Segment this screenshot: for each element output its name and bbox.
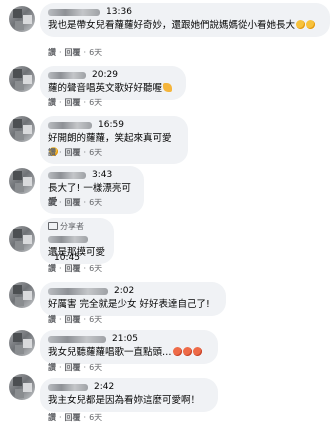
comment-text: 蘿的聲音唱英文歌好好聽喔	[48, 82, 178, 96]
reply-link[interactable]: 回覆	[65, 314, 81, 326]
comment-time: 3:43	[92, 170, 113, 180]
heart-face-emoji-icon	[192, 347, 202, 356]
comment-time: 2:02	[114, 286, 135, 296]
comment-text-content: 蘿的聲音唱英文歌好好聽喔	[48, 83, 163, 94]
comment-text: 我主女兒都是因為看妳這麼可愛啊！	[48, 394, 210, 408]
separator-dot: ·	[83, 148, 87, 157]
comment-age[interactable]: 6天	[89, 362, 102, 374]
like-link[interactable]: 讚	[48, 47, 56, 59]
like-link[interactable]: 讚	[48, 263, 56, 275]
avatar[interactable]	[9, 168, 35, 194]
avatar[interactable]	[9, 282, 35, 308]
comment-bubble: 20:29 蘿的聲音唱英文歌好好聽喔	[40, 66, 186, 100]
comment-actions: 讚 · 回覆 · 6天	[48, 412, 102, 424]
comment-text-content: 我也是帶女兒看蘿蘿好奇妙，還跟她們說媽媽從小看她長大	[48, 20, 296, 31]
reply-link[interactable]: 回覆	[65, 412, 81, 424]
separator-dot: ·	[83, 48, 87, 57]
comment-actions: 讚 · 回覆 · 6天	[48, 362, 102, 374]
blurred-commenter-name[interactable]	[48, 172, 86, 179]
comment-age[interactable]: 6天	[89, 197, 102, 209]
blurred-commenter-name[interactable]	[48, 384, 88, 391]
avatar[interactable]	[9, 330, 35, 356]
comment-actions: 讚 · 回覆 · 6天	[48, 263, 102, 275]
avatar[interactable]	[9, 116, 35, 142]
comment-age[interactable]: 6天	[89, 263, 102, 275]
separator-dot: ·	[83, 264, 87, 273]
blurred-commenter-name[interactable]	[48, 336, 106, 343]
reply-link[interactable]: 回覆	[65, 147, 81, 159]
heart-face-emoji-icon	[172, 347, 182, 356]
comment-bubble: 2:02 好厲害 完全就是少女 好好表達自己了!	[40, 282, 226, 316]
reply-link[interactable]: 回覆	[65, 97, 81, 109]
reply-link[interactable]: 回覆	[65, 47, 81, 59]
comment-age[interactable]: 6天	[89, 97, 102, 109]
comment-text-content: 我女兒聽蘿蘿唱歌一直點頭…	[48, 347, 172, 358]
like-link[interactable]: 讚	[48, 314, 56, 326]
like-link[interactable]: 讚	[48, 97, 56, 109]
comment-bubble: 分享者 10:45 還是那摸可愛	[40, 218, 114, 264]
avatar[interactable]	[9, 66, 35, 92]
shared-by-text: 分享者	[60, 222, 84, 231]
avatar[interactable]	[9, 374, 35, 400]
comment-time: 2:42	[94, 382, 115, 392]
comment-time: 13:36	[106, 7, 132, 17]
comment-time: 20:29	[92, 70, 118, 80]
shared-by-label: 分享者	[48, 221, 106, 233]
comment-actions: 讚 · 回覆 · 6天	[48, 147, 102, 159]
comment-age[interactable]: 6天	[89, 314, 102, 326]
comment-text: 我也是帶女兒看蘿蘿好奇妙，還跟她們說媽媽從小看她長大	[48, 19, 322, 33]
reply-link[interactable]: 回覆	[65, 197, 81, 209]
smile-emoji-icon	[306, 20, 316, 29]
separator-dot: ·	[59, 198, 62, 207]
comment-age[interactable]: 6天	[89, 412, 102, 424]
blurred-commenter-name[interactable]	[48, 122, 92, 129]
comment-age[interactable]: 6天	[89, 47, 102, 59]
blurred-commenter-name[interactable]	[48, 236, 88, 243]
comment-time: 16:59	[98, 120, 124, 130]
comment-actions: 讚 · 回覆 · 6天	[48, 47, 102, 59]
reply-link[interactable]: 回覆	[65, 263, 81, 275]
separator-dot: ·	[59, 363, 62, 372]
comment-text-content: 我主女兒都是因為看妳這麼可愛啊！	[48, 395, 201, 406]
comment-text: 好厲害 完全就是少女 好好表達自己了!	[48, 298, 218, 312]
comment-bubble: 13:36 我也是帶女兒看蘿蘿好奇妙，還跟她們說媽媽從小看她長大	[40, 3, 330, 37]
like-link[interactable]: 讚	[48, 147, 56, 159]
comment-bubble: 2:42 我主女兒都是因為看妳這麼可愛啊！	[40, 378, 218, 412]
heart-face-emoji-icon	[182, 347, 192, 356]
share-icon	[48, 222, 58, 230]
comment-bubble: 21:05 我女兒聽蘿蘿唱歌一直點頭…	[40, 330, 218, 364]
like-link[interactable]: 讚	[48, 412, 56, 424]
blurred-commenter-name[interactable]	[48, 288, 108, 295]
comment-actions: 讚 · 回覆 · 6天	[48, 197, 102, 209]
comment-text-content: 好厲害 完全就是少女 好好表達自己了!	[48, 299, 210, 310]
blurred-commenter-name[interactable]	[48, 72, 86, 79]
reply-link[interactable]: 回覆	[65, 362, 81, 374]
comment-age[interactable]: 6天	[89, 147, 102, 159]
comment-actions: 讚 · 回覆 · 6天	[48, 314, 102, 326]
separator-dot: ·	[83, 413, 87, 422]
like-link[interactable]: 讚	[48, 362, 56, 374]
smile-emoji-icon	[296, 20, 306, 29]
separator-dot: ·	[59, 98, 62, 107]
avatar[interactable]	[9, 6, 35, 32]
comment-time: 10:45	[54, 253, 80, 263]
separator-dot: ·	[59, 315, 62, 324]
separator-dot: ·	[83, 363, 87, 372]
separator-dot: ·	[59, 413, 62, 422]
separator-dot: ·	[83, 198, 87, 207]
blurred-commenter-name[interactable]	[48, 9, 100, 16]
separator-dot: ·	[59, 48, 62, 57]
comment-actions: 讚 · 回覆 · 6天	[48, 97, 102, 109]
like-link[interactable]: 讚	[48, 197, 56, 209]
avatar[interactable]	[9, 226, 35, 252]
separator-dot: ·	[59, 148, 62, 157]
separator-dot: ·	[83, 315, 87, 324]
comment-text-content: 好開朗的蘿蘿，笑起來真可愛	[48, 133, 172, 144]
comment-text: 我女兒聽蘿蘿唱歌一直點頭…	[48, 346, 210, 360]
comment-time: 21:05	[112, 334, 138, 344]
separator-dot: ·	[59, 264, 62, 273]
thumbs-up-emoji-icon	[163, 83, 173, 92]
separator-dot: ·	[83, 98, 87, 107]
